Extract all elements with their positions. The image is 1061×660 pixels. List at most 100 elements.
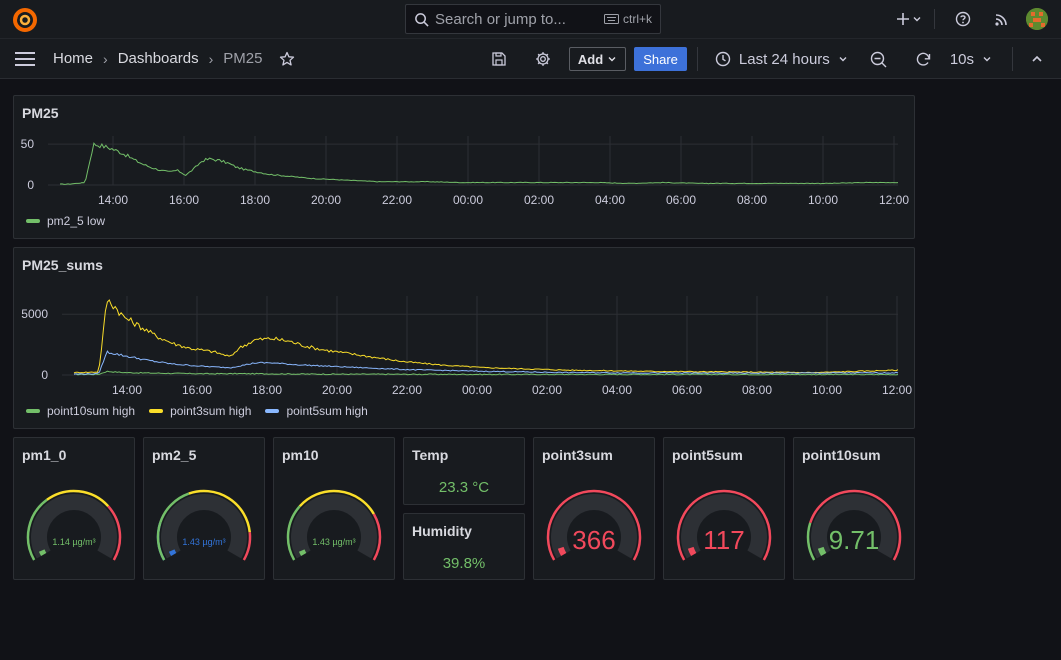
share-button[interactable]: Share [634, 47, 687, 71]
chevron-up-icon[interactable] [1031, 53, 1043, 65]
panel-gauge-pm2-5[interactable]: pm2_5 1.43 µg/m³ [143, 437, 265, 580]
breadcrumb-dashboards[interactable]: Dashboards [118, 50, 199, 67]
search-placeholder: Search or jump to... [435, 10, 566, 28]
zoom-out-icon[interactable] [870, 51, 887, 68]
grafana-logo-icon[interactable] [12, 7, 38, 33]
x-tick-label: 12:00 [879, 193, 909, 207]
new-button[interactable] [892, 12, 926, 26]
x-tick-label: 04:00 [595, 193, 625, 207]
gauge-value: 9.71 [829, 525, 880, 555]
series-line[interactable] [59, 142, 899, 185]
panel-title: point10sum [802, 447, 881, 463]
plus-icon [897, 13, 909, 25]
add-button[interactable]: Add [568, 47, 627, 71]
news-icon [995, 14, 1007, 26]
chevron-down-icon [608, 57, 616, 62]
avatar[interactable] [1026, 8, 1048, 30]
help-icon [955, 11, 971, 27]
gauge-value: 1.43 µg/m³ [182, 537, 225, 547]
gauge-value: 117 [703, 525, 744, 555]
top-bar: Search or jump to... ctrl+k [0, 0, 1061, 38]
x-tick-label: 00:00 [453, 193, 483, 207]
x-tick-label: 10:00 [808, 193, 838, 207]
save-icon[interactable] [491, 51, 507, 67]
divider [696, 47, 698, 71]
x-tick-label: 16:00 [169, 193, 199, 207]
breadcrumb-home[interactable]: Home [53, 50, 93, 67]
x-tick-label: 06:00 [672, 383, 702, 397]
legend-item[interactable]: pm2_5 low [26, 214, 105, 228]
gauge-value-arc [298, 549, 307, 557]
search-input[interactable]: Search or jump to... ctrl+k [405, 4, 661, 34]
panel-gauge-point3sum[interactable]: point3sum 366 [533, 437, 655, 580]
news-button[interactable] [988, 11, 1016, 27]
refresh-icon[interactable] [915, 51, 932, 68]
x-tick-label: 18:00 [252, 383, 282, 397]
x-tick-label: 08:00 [742, 383, 772, 397]
panel-stat-humidity[interactable]: Humidity 39.8% [403, 513, 525, 580]
chevron-right-icon: › [103, 50, 108, 67]
y-tick-label: 0 [27, 178, 34, 192]
settings-gear-icon[interactable] [535, 51, 551, 67]
legend-item[interactable]: point3sum high [149, 404, 251, 418]
chevron-down-icon [839, 57, 847, 62]
legend-swatch [265, 409, 280, 413]
top-actions [892, 0, 1061, 38]
gauge-value-arc [557, 546, 567, 557]
breadcrumb: Home › Dashboards › PM25 [53, 50, 295, 67]
help-button[interactable] [949, 11, 977, 27]
panel-gauge-point10sum[interactable]: point10sum 9.71 [793, 437, 915, 580]
gauge-value-arc [168, 549, 177, 557]
refresh-interval-picker[interactable]: 10s [950, 51, 992, 68]
x-tick-label: 14:00 [98, 193, 128, 207]
gauge-point3sum: 366 [546, 489, 642, 561]
panel-pm25-sums[interactable]: PM25_sums 14:00 16:00 18:00 20:00 22:00 00:00… [13, 247, 915, 429]
pm25-timeseries-chart[interactable]: 14:00 16:00 18:00 20:00 22:00 00:00 02:00 04:00… [14, 96, 914, 238]
panel-title: pm1_0 [22, 447, 67, 463]
x-tick-label: 16:00 [182, 383, 212, 397]
legend-swatch [149, 409, 164, 413]
x-tick-label: 14:00 [112, 383, 142, 397]
humidity-value: 39.8% [442, 555, 486, 572]
legend-swatch [26, 409, 40, 413]
chart-legend: point10sum high point3sum high point5sum… [26, 404, 368, 418]
dashboard-toolbar: Home › Dashboards › PM25 Add Share Last … [0, 38, 1061, 79]
divider [1012, 47, 1013, 71]
legend-item[interactable]: point10sum high [26, 404, 135, 418]
panel-pm25[interactable]: PM25 14:00 16:00 18:00 20:00 22:00 00:00 02:00… [13, 95, 915, 239]
gauge-pm1-0: 1.14 µg/m³ [26, 489, 122, 561]
gauge-value-arc [38, 549, 47, 557]
search-shortcut: ctrl+k [603, 12, 652, 26]
x-tick-label: 02:00 [524, 193, 554, 207]
series-line[interactable] [73, 350, 899, 375]
star-icon[interactable] [279, 51, 295, 67]
keyboard-icon [603, 14, 619, 24]
menu-icon[interactable] [15, 51, 35, 67]
x-tick-label: 02:00 [532, 383, 562, 397]
pm25-sums-timeseries-chart[interactable]: 14:00 16:00 18:00 20:00 22:00 00:00 02:00 04:00… [14, 248, 914, 428]
x-tick-label: 20:00 [322, 383, 352, 397]
panel-gauge-point5sum[interactable]: point5sum 117 [663, 437, 785, 580]
search-icon [415, 12, 429, 27]
panel-gauge-pm10[interactable]: pm10 1.43 µg/m³ [273, 437, 395, 580]
x-tick-label: 18:00 [240, 193, 270, 207]
chevron-down-icon [983, 57, 991, 62]
y-tick-label: 50 [21, 137, 35, 151]
chevron-down-icon [913, 17, 921, 22]
panel-stat-temp[interactable]: Temp 23.3 °C [403, 437, 525, 505]
chevron-right-icon: › [208, 50, 214, 67]
legend-swatch [26, 219, 40, 223]
time-range-picker[interactable]: Last 24 hours [715, 51, 848, 68]
temp-value: 23.3 °C [438, 479, 490, 496]
x-tick-label: 10:00 [812, 383, 842, 397]
x-tick-label: 22:00 [382, 193, 412, 207]
gauge-value-arc [817, 546, 827, 557]
gauge-value: 1.14 µg/m³ [52, 537, 95, 547]
panel-title: point3sum [542, 447, 613, 463]
panel-title: Temp [412, 447, 449, 463]
x-tick-label: 12:00 [882, 383, 912, 397]
panel-gauge-pm1-0[interactable]: pm1_0 1.14 µg/m³ [13, 437, 135, 580]
series-line[interactable] [73, 299, 899, 374]
legend-item[interactable]: point5sum high [265, 404, 368, 418]
gauge-pm10: 1.43 µg/m³ [286, 489, 382, 561]
